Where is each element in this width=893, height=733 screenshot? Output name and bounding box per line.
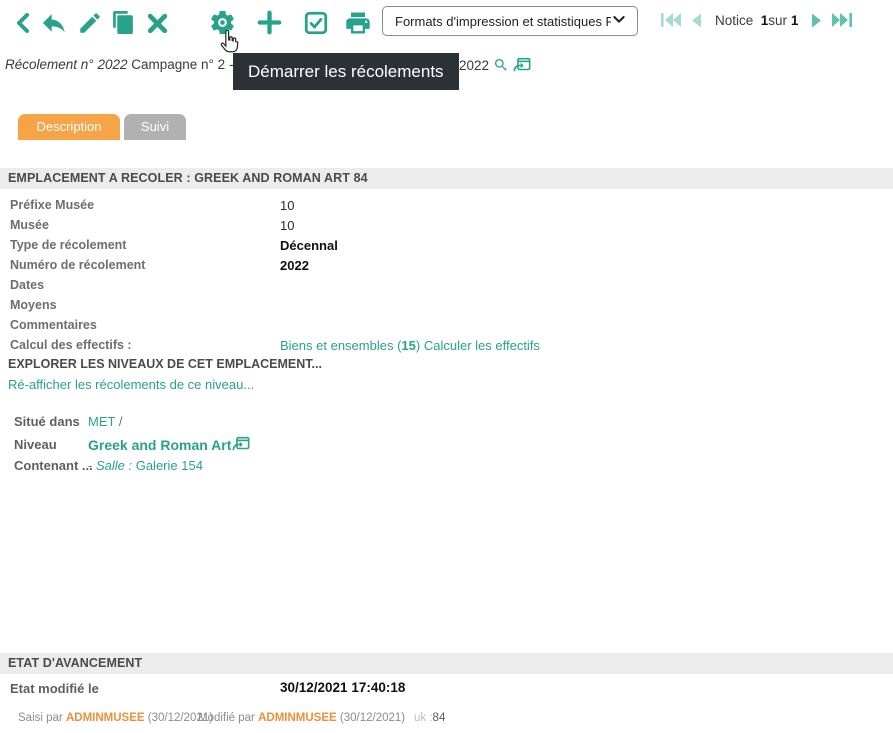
record-navigation: Notice 1sur 1 [660, 12, 853, 28]
copy-pages-icon [111, 10, 136, 35]
chevron-left-icon [12, 11, 36, 35]
field-value-numero-recolement: 2022 [280, 258, 309, 273]
edit-button[interactable] [77, 10, 103, 36]
undo-arrow-icon [40, 9, 68, 37]
situe-dans-value: MET / [88, 414, 122, 429]
tab-suivi[interactable]: Suivi [124, 114, 186, 140]
met-link[interactable]: MET [88, 414, 115, 429]
field-label-commentaires: Commentaires [10, 318, 97, 332]
field-value-calcul-effectifs: Biens et ensembles (15) Calculer les eff… [280, 338, 540, 353]
reafficher-recolements-link[interactable]: Ré-afficher les récolements de ce niveau… [8, 377, 254, 392]
field-value-musee: 10 [280, 218, 294, 233]
open-window-icon[interactable] [232, 436, 250, 452]
field-value-prefixe-musee: 10 [280, 198, 294, 213]
field-label-type-recolement: Type de récolement [10, 238, 126, 252]
contenant-value: - Salle : Galerie 154 [88, 458, 203, 473]
saisi-par-user: ADMINMUSEE [66, 712, 145, 724]
effectifs-count: 15 [401, 338, 415, 353]
print-format-selected-value: Formats d'impression et statistiques PV.… [395, 14, 611, 29]
field-label-calcul-effectifs: Calcul des effectifs : [10, 338, 132, 352]
search-icon[interactable] [493, 57, 509, 73]
biens-ensembles-link[interactable]: Biens et ensembles (15) [280, 338, 420, 353]
tab-description[interactable]: Description [18, 114, 120, 140]
close-x-icon [145, 11, 170, 36]
modifie-par-group: Modifié par ADMINMUSEE (30/12/2021) [198, 712, 405, 724]
back-button[interactable] [12, 11, 36, 35]
uk-label: uk : [414, 712, 433, 724]
greek-roman-art-link[interactable]: Greek and Roman Art [88, 437, 231, 453]
previous-record-icon [691, 15, 702, 32]
open-window-icon[interactable] [513, 57, 531, 73]
record-total: 1 [791, 13, 799, 28]
field-label-numero-recolement: Numéro de récolement [10, 258, 145, 272]
record-title: Récolement n° 2022 Campagne n° 2 - Ca [5, 57, 254, 72]
field-value-type-recolement: Décennal [280, 238, 338, 253]
first-record-icon [660, 15, 682, 32]
validate-button[interactable] [303, 10, 329, 36]
settings-button[interactable] [208, 8, 237, 37]
next-record-icon [811, 15, 822, 32]
recolement-window: Formats d'impression et statistiques PV.… [0, 0, 893, 733]
record-title-recolement: Récolement n° 2022 [5, 57, 127, 72]
modifie-par-label: Modifié par [198, 712, 255, 724]
etat-modifie-value: 30/12/2021 17:40:18 [280, 680, 405, 695]
gear-icon [208, 8, 237, 37]
situe-dans-label: Situé dans [14, 414, 80, 429]
print-button[interactable] [344, 9, 372, 37]
section-header-etat: ETAT D'AVANCEMENT [0, 653, 893, 674]
tooltip-demarrer-recolements: Démarrer les récolements [233, 53, 459, 90]
situe-separator: / [119, 414, 123, 429]
calculer-effectifs-link[interactable]: Calculer les effectifs [424, 338, 540, 353]
explorer-title: EXPLORER LES NIVEAUX DE CET EMPLACEMENT.… [8, 357, 322, 371]
last-record-button[interactable] [831, 12, 853, 28]
last-record-icon [831, 15, 853, 32]
print-format-select[interactable]: Formats d'impression et statistiques PV.… [382, 6, 638, 36]
contenant-label: Contenant ... [14, 458, 93, 473]
record-counter: Notice 1sur 1 [715, 13, 798, 28]
section-header-emplacement: EMPLACEMENT A RECOLER : GREEK AND ROMAN … [0, 168, 893, 189]
copy-button[interactable] [111, 10, 136, 35]
plus-icon [255, 8, 284, 37]
chevron-down-icon [611, 11, 627, 32]
field-label-moyens: Moyens [10, 298, 57, 312]
next-record-button[interactable] [811, 13, 822, 28]
contenant-dash: - [88, 458, 96, 473]
field-label-dates: Dates [10, 278, 44, 292]
field-label-musee: Musée [10, 218, 49, 232]
checkbox-check-icon [303, 10, 329, 36]
undo-button[interactable] [40, 9, 68, 37]
contenant-room: Galerie 154 [136, 458, 203, 473]
field-label-prefixe-musee: Préfixe Musée [10, 198, 94, 212]
contenant-type: Salle : [96, 458, 132, 473]
modifie-par-date: (30/12/2021) [340, 712, 405, 724]
niveau-value: Greek and Roman Art [88, 436, 250, 453]
printer-icon [344, 9, 372, 37]
delete-button[interactable] [145, 11, 170, 36]
saisi-par-group: Saisi par ADMINMUSEE (30/12/2021) [18, 712, 213, 724]
previous-record-button[interactable] [691, 13, 702, 28]
etat-modifie-label: Etat modifié le [10, 681, 99, 696]
record-title-suffix-group: 2022 [459, 57, 531, 73]
add-button[interactable] [255, 8, 284, 37]
first-record-button[interactable] [660, 12, 682, 28]
niveau-label: Niveau [14, 437, 57, 452]
modifie-par-user: ADMINMUSEE [258, 712, 337, 724]
uk-value: 84 [433, 712, 446, 724]
record-title-suffix: 2022 [459, 58, 489, 73]
saisi-par-label: Saisi par [18, 712, 63, 724]
pencil-icon [77, 10, 103, 36]
uk-group: uk :84 [414, 712, 445, 724]
